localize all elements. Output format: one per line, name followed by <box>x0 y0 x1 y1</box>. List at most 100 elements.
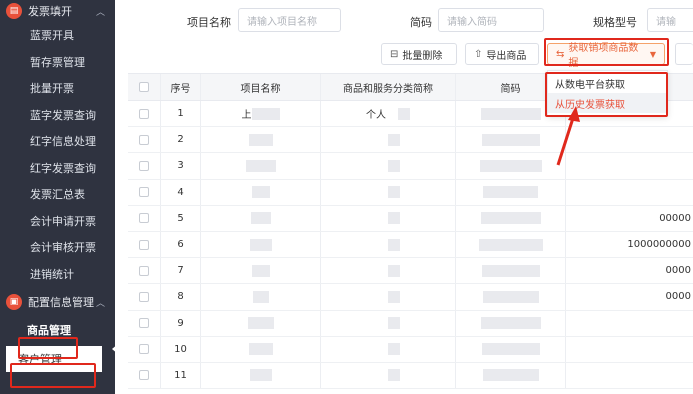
row-checkbox-cell[interactable] <box>128 258 161 284</box>
checkbox[interactable] <box>139 82 149 92</box>
sidebar-item[interactable]: 蓝字发票查询 <box>0 102 115 129</box>
table-row[interactable]: 2 <box>128 127 693 154</box>
table-row[interactable]: 5 00000 <box>128 205 693 232</box>
name-placeholder: 请输入项目名称 <box>247 16 317 28</box>
row-checkbox-cell[interactable] <box>128 231 161 258</box>
row-checkbox-cell[interactable] <box>128 310 161 336</box>
sidebar-group-config[interactable]: ▣ 配置信息管理 ︿ <box>0 287 115 317</box>
row-rest <box>566 311 693 336</box>
redacted-block <box>251 186 270 199</box>
product-table: 序号 项目名称 商品和服务分类简称 简码 1 上个人 2 3 4 5 00000 6 10000… <box>128 73 693 390</box>
row-code <box>456 205 566 231</box>
redacted-block <box>248 133 273 146</box>
row-checkbox-cell[interactable] <box>128 127 161 153</box>
checkbox[interactable] <box>139 239 149 250</box>
row-checkbox-cell[interactable] <box>128 284 161 310</box>
table-row[interactable]: 3 <box>128 153 693 180</box>
sidebar-item-label: 蓝票开具 <box>30 29 74 43</box>
table-row[interactable]: 6 1000000000 <box>128 231 693 259</box>
row-category: 个人 <box>321 101 456 127</box>
table-row[interactable]: 4 <box>128 179 693 206</box>
table-row[interactable]: 9 <box>128 310 693 337</box>
redacted-block <box>481 264 540 277</box>
table-row[interactable]: 11 <box>128 362 693 390</box>
row-code <box>456 284 566 310</box>
sidebar-item[interactable]: 会计审核开票 <box>0 234 115 261</box>
upload-icon: ⇧ <box>474 48 483 60</box>
sidebar-item[interactable]: 会计申请开票 <box>0 208 115 235</box>
code-label: 简码 <box>410 16 432 29</box>
sidebar-item-label: 会计申请开票 <box>30 214 96 228</box>
spec-input[interactable]: 请输 <box>647 8 693 32</box>
row-no: 3 <box>161 153 201 179</box>
header-no: 序号 <box>161 74 201 100</box>
redacted-block <box>251 107 280 120</box>
spec-placeholder: 请输 <box>656 16 676 28</box>
row-no: 8 <box>161 284 201 310</box>
row-code <box>456 310 566 336</box>
sidebar-group-label: 发票填开 <box>28 5 72 18</box>
checkbox[interactable] <box>139 108 149 119</box>
batch-delete-button[interactable]: ⊟ 批量删除 <box>381 43 457 65</box>
spec-label: 规格型号 <box>593 16 637 29</box>
redacted-block <box>388 159 400 172</box>
table-row[interactable]: 8 0000 <box>128 284 693 311</box>
redacted-block <box>245 159 276 172</box>
header-select-all[interactable] <box>128 74 161 100</box>
row-code <box>456 179 566 205</box>
sidebar-group-invoice[interactable]: ▤ 发票填开 ︿ <box>0 0 115 22</box>
row-no: 11 <box>161 362 201 389</box>
sidebar-item[interactable]: 蓝票开具 <box>0 22 115 49</box>
row-checkbox-cell[interactable] <box>128 205 161 231</box>
checkbox[interactable] <box>139 318 149 329</box>
row-name: 上 <box>201 101 321 127</box>
name-input[interactable]: 请输入项目名称 <box>238 8 341 32</box>
sidebar-item-label: 红字发票查询 <box>30 161 96 175</box>
row-name-text: 上 <box>241 110 252 122</box>
checkbox[interactable] <box>139 370 149 381</box>
row-checkbox-cell[interactable] <box>128 179 161 205</box>
row-no: 10 <box>161 336 201 362</box>
delete-doc-icon: ⊟ <box>390 48 399 60</box>
checkbox[interactable] <box>139 160 149 171</box>
sidebar-item[interactable]: 进销统计 <box>0 261 115 288</box>
table-row[interactable]: 7 0000 <box>128 258 693 285</box>
row-rest: 0000 <box>566 258 693 283</box>
extra-button[interactable] <box>675 43 693 65</box>
sidebar: ▤ 发票填开 ︿ 蓝票开具暂存票管理 批量开票 蓝字发票查询红字信息处理 红字发票查询… <box>0 0 118 394</box>
sidebar-item[interactable]: 红字信息处理 <box>0 128 115 155</box>
checkbox[interactable] <box>139 265 149 276</box>
row-checkbox-cell[interactable] <box>128 101 161 127</box>
export-button[interactable]: ⇧ 导出商品 <box>465 43 539 65</box>
redacted-block <box>250 212 271 225</box>
row-checkbox-cell[interactable] <box>128 362 161 389</box>
redacted-block <box>478 238 543 251</box>
row-checkbox-cell[interactable] <box>128 153 161 179</box>
redacted-block <box>249 369 272 382</box>
table-row[interactable]: 10 <box>128 336 693 363</box>
sidebar-item-label: 红字信息处理 <box>30 135 96 149</box>
checkbox[interactable] <box>139 344 149 355</box>
sidebar-item-label: 发票汇总表 <box>30 188 85 202</box>
row-category <box>321 205 456 231</box>
sidebar-item[interactable]: 发票汇总表 <box>0 181 115 208</box>
redacted-block <box>388 212 400 225</box>
invoice-icon: ▤ <box>6 3 22 19</box>
row-checkbox-cell[interactable] <box>128 336 161 362</box>
checkbox[interactable] <box>139 213 149 224</box>
sidebar-group-label: 配置信息管理 <box>28 296 94 309</box>
checkbox[interactable] <box>139 134 149 145</box>
row-rest <box>566 180 693 205</box>
redacted-block <box>388 186 400 199</box>
sidebar-item[interactable]: 暂存票管理 <box>0 49 115 76</box>
checkbox[interactable] <box>139 291 149 302</box>
row-code <box>456 127 566 153</box>
checkbox[interactable] <box>139 187 149 198</box>
sidebar-item[interactable]: 批量开票 <box>0 75 115 102</box>
sidebar-item[interactable]: 红字发票查询 <box>0 155 115 182</box>
header-category: 商品和服务分类简称 <box>321 74 456 100</box>
highlight-customer-item <box>10 363 96 388</box>
row-category <box>321 336 456 362</box>
code-input[interactable]: 请输入简码 <box>438 8 544 32</box>
row-no: 6 <box>161 231 201 258</box>
